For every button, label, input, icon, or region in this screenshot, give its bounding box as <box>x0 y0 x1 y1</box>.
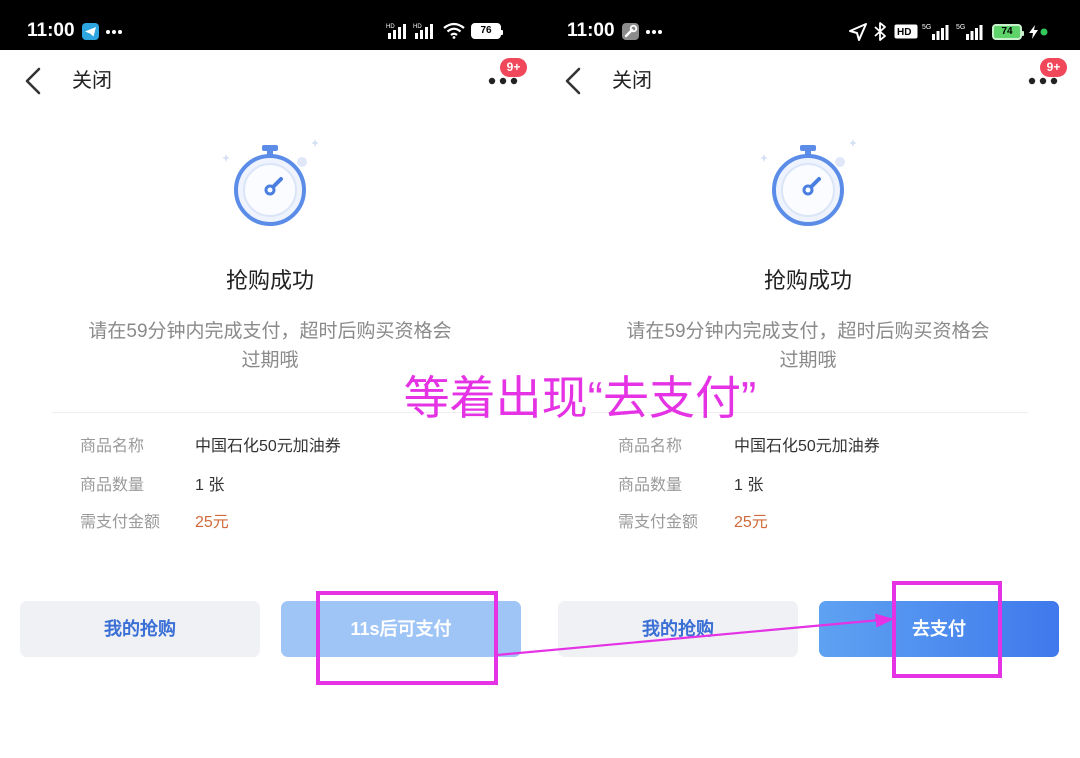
pay-button[interactable]: 去支付 <box>819 601 1059 657</box>
chevron-left-icon[interactable] <box>562 66 584 96</box>
detail-label-product-name: 商品名称 <box>618 438 683 455</box>
notification-badge: 9+ <box>1040 58 1067 77</box>
divider <box>52 412 490 413</box>
battery-level: 76 <box>480 25 492 36</box>
status-time: 11:00 <box>567 20 615 41</box>
status-bar: 11:00 HD 5G 5G 74 <box>540 0 1080 50</box>
signal-icon: HD <box>386 24 406 39</box>
svg-text:HD: HD <box>897 27 911 38</box>
status-dot-icon <box>1040 28 1048 36</box>
location-arrow-icon <box>849 23 867 41</box>
battery-indicator: 76 <box>471 23 503 39</box>
detail-label-quantity: 商品数量 <box>80 477 145 494</box>
result-title: 抢购成功 <box>763 268 852 293</box>
more-dots-icon <box>106 30 122 34</box>
signal-icon: HD <box>413 24 433 39</box>
more-dots-icon <box>646 30 662 34</box>
battery-nub <box>1022 31 1024 36</box>
close-link[interactable]: 关闭 <box>612 69 652 93</box>
pay-countdown-button[interactable]: 11s后可支付 <box>281 601 521 657</box>
wifi-icon <box>443 22 465 39</box>
bluetooth-icon <box>874 22 886 41</box>
comparison-screenshot: 11:00 HD HD 76 关闭 9+ 抢购成功 请在59分钟内完成支付，超时… <box>0 0 1080 758</box>
battery-nub <box>501 30 503 35</box>
detail-label-amount: 需支付金额 <box>80 514 161 531</box>
notification-badge: 9+ <box>500 58 527 77</box>
telegram-icon <box>82 23 99 40</box>
result-description-line2: 过期哦 <box>779 350 837 371</box>
wrench-icon <box>622 23 639 40</box>
close-link[interactable]: 关闭 <box>72 69 112 93</box>
detail-value-amount: 25元 <box>195 514 229 531</box>
signal-5g-icon: 5G <box>922 24 949 40</box>
detail-label-product-name: 商品名称 <box>80 438 145 455</box>
my-orders-button[interactable]: 我的抢购 <box>558 601 798 657</box>
bolt-icon <box>1029 25 1038 39</box>
phone-screen-after: 11:00 HD 5G 5G 74 关闭 9+ 抢购成功 请在59分钟内完成支付… <box>540 0 1080 758</box>
detail-value-quantity: 1 张 <box>195 477 225 494</box>
detail-value-product-name: 中国石化50元加油券 <box>195 438 341 455</box>
chevron-left-icon[interactable] <box>22 66 44 96</box>
detail-value-quantity: 1 张 <box>734 477 764 494</box>
stopwatch-icon <box>222 139 319 226</box>
svg-text:HD: HD <box>413 24 422 30</box>
signal-5g-icon: 5G <box>956 24 983 40</box>
result-description-line1: 请在59分钟内完成支付，超时后购买资格会 <box>88 321 452 342</box>
status-time: 11:00 <box>27 20 75 41</box>
hd-voice-icon: HD <box>894 24 918 39</box>
more-dots-icon[interactable] <box>1027 76 1059 86</box>
my-orders-button[interactable]: 我的抢购 <box>20 601 260 657</box>
battery-indicator: 74 <box>992 24 1024 40</box>
result-title: 抢购成功 <box>225 268 314 293</box>
more-dots-icon[interactable] <box>487 76 519 86</box>
svg-text:5G: 5G <box>922 24 931 31</box>
detail-label-quantity: 商品数量 <box>618 477 683 494</box>
result-description-line1: 请在59分钟内完成支付，超时后购买资格会 <box>626 321 990 342</box>
detail-value-amount: 25元 <box>734 514 768 531</box>
detail-value-product-name: 中国石化50元加油券 <box>734 438 880 455</box>
divider <box>590 412 1028 413</box>
detail-label-amount: 需支付金额 <box>618 514 699 531</box>
result-description-line2: 过期哦 <box>241 350 299 371</box>
battery-level: 74 <box>1001 26 1013 37</box>
svg-text:5G: 5G <box>956 24 965 31</box>
svg-text:HD: HD <box>386 24 395 30</box>
status-bar: 11:00 HD HD 76 <box>0 0 540 50</box>
stopwatch-icon <box>760 139 857 226</box>
phone-screen-before: 11:00 HD HD 76 关闭 9+ 抢购成功 请在59分钟内完成支付，超时… <box>0 0 540 758</box>
